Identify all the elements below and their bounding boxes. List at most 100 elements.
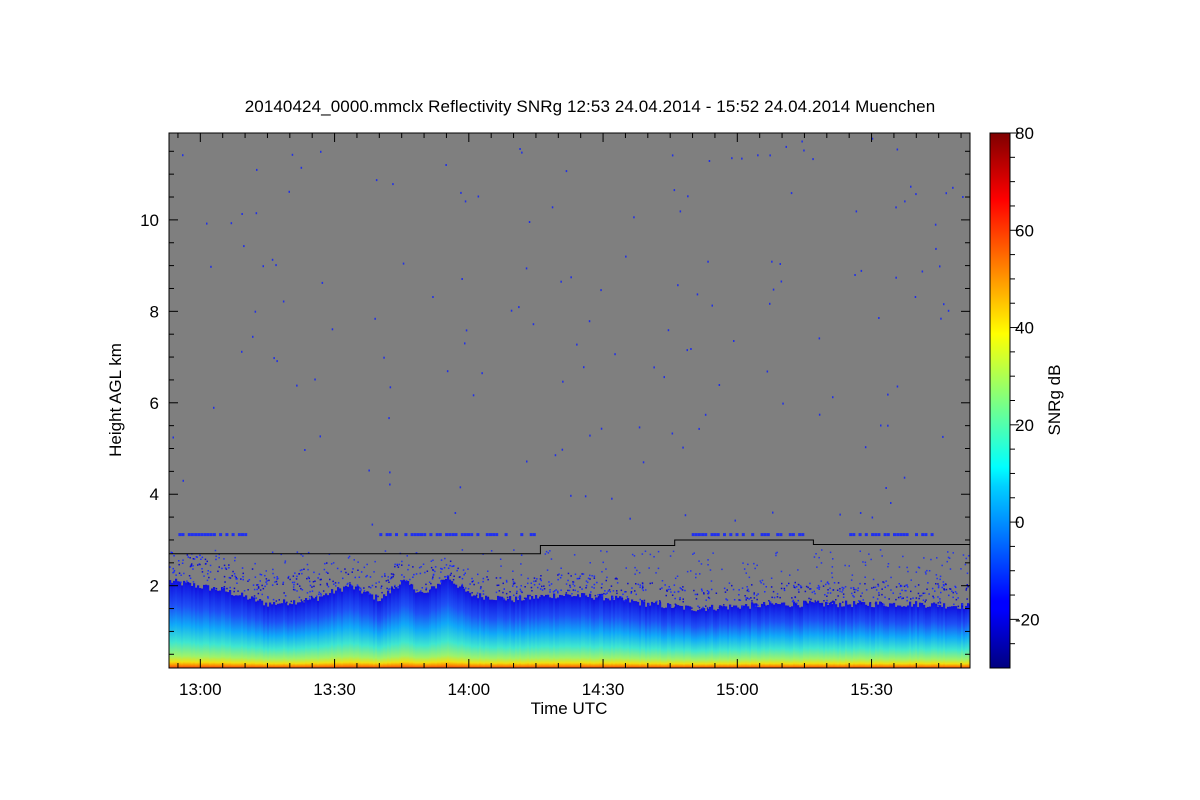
noise-speckle: [443, 567, 446, 569]
echo-fringe-pixel: [878, 594, 880, 596]
echo-column: [885, 606, 888, 668]
echo-fringe-pixel: [826, 581, 829, 583]
echo-fringe-pixel: [256, 588, 258, 591]
echo-fringe-pixel: [797, 599, 799, 602]
noise-speckle: [832, 396, 834, 399]
echo-column: [345, 585, 348, 668]
noise-speckle: [430, 560, 433, 562]
echo-column: [613, 600, 616, 668]
noise-speckle: [304, 449, 306, 451]
echo-fringe-pixel: [432, 576, 434, 578]
echo-column: [735, 605, 738, 668]
noise-speckle: [432, 296, 434, 298]
noise-speckle: [330, 563, 333, 565]
noise-band-pixel: [476, 533, 480, 537]
echo-fringe-pixel: [572, 589, 575, 591]
echo-fringe-pixel: [506, 581, 508, 583]
noise-band-pixel: [902, 533, 906, 537]
echo-column: [601, 593, 604, 668]
echo-column: [349, 584, 352, 668]
echo-column: [591, 598, 594, 668]
echo-column: [935, 603, 938, 668]
noise-speckle: [387, 576, 389, 578]
echo-fringe-pixel: [779, 596, 781, 599]
echo-fringe-pixel: [669, 588, 672, 591]
echo-fringe-pixel: [842, 596, 845, 598]
echo-fringe-pixel: [315, 595, 318, 598]
echo-fringe-pixel: [952, 591, 954, 594]
echo-column: [665, 607, 668, 668]
echo-fringe-pixel: [369, 576, 372, 578]
echo-fringe-pixel: [286, 601, 288, 604]
echo-fringe-pixel: [677, 590, 679, 593]
echo-fringe-pixel: [593, 577, 596, 579]
echo-column: [641, 600, 644, 668]
echo-fringe-pixel: [391, 588, 393, 590]
echo-fringe-pixel: [251, 568, 254, 570]
noise-speckle: [935, 574, 938, 576]
colorbar-gradient: [989, 132, 1011, 669]
echo-fringe-pixel: [527, 577, 529, 580]
noise-speckle: [533, 580, 535, 583]
echo-fringe-pixel: [549, 591, 551, 593]
echo-fringe-pixel: [425, 587, 428, 589]
noise-speckle: [728, 582, 731, 584]
echo-column: [473, 595, 476, 668]
noise-band-pixel: [404, 533, 408, 537]
echo-fringe-pixel: [247, 580, 249, 582]
echo-fringe-pixel: [671, 594, 674, 596]
echo-fringe-pixel: [937, 586, 940, 589]
noise-speckle: [321, 281, 324, 284]
noise-speckle: [416, 589, 418, 591]
noise-speckle: [923, 557, 925, 559]
echo-column: [889, 603, 892, 668]
echo-fringe-pixel: [853, 591, 856, 593]
echo-fringe-pixel: [223, 564, 226, 567]
echo-fringe-pixel: [770, 586, 773, 588]
echo-fringe-pixel: [754, 605, 757, 607]
noise-speckle: [389, 471, 391, 474]
noise-speckle: [573, 554, 576, 556]
noise-speckle: [854, 274, 856, 276]
noise-band-pixel: [197, 533, 201, 537]
echo-column: [585, 595, 588, 668]
echo-column: [327, 595, 330, 668]
echo-column: [211, 588, 214, 668]
noise-band-pixel: [237, 533, 241, 537]
echo-column: [185, 582, 188, 668]
echo-column: [819, 602, 822, 668]
echo-column: [629, 602, 632, 668]
echo-column: [709, 606, 712, 668]
noise-speckle: [655, 572, 657, 574]
echo-fringe-pixel: [204, 563, 207, 565]
noise-speckle: [686, 349, 688, 352]
noise-speckle: [366, 563, 368, 566]
echo-column: [615, 595, 618, 668]
noise-speckle: [606, 550, 608, 553]
noise-speckle: [319, 435, 321, 438]
echo-column: [771, 603, 774, 668]
echo-fringe-pixel: [804, 590, 807, 593]
echo-column: [941, 606, 944, 668]
echo-fringe-pixel: [910, 598, 912, 600]
noise-speckle: [839, 513, 841, 516]
echo-column: [557, 597, 560, 668]
echo-fringe-pixel: [178, 572, 181, 574]
echo-fringe-pixel: [277, 577, 279, 580]
noise-speckle: [657, 567, 660, 570]
echo-column: [567, 594, 570, 668]
noise-band-pixel: [385, 533, 389, 537]
echo-fringe-pixel: [612, 597, 614, 600]
echo-fringe-pixel: [757, 604, 759, 607]
echo-fringe-pixel: [905, 590, 907, 592]
noise-speckle: [291, 153, 294, 156]
echo-column: [691, 610, 694, 668]
echo-fringe-pixel: [738, 594, 740, 596]
echo-fringe-pixel: [682, 586, 684, 588]
echo-fringe-pixel: [701, 590, 703, 592]
echo-fringe-pixel: [342, 577, 344, 580]
noise-band-pixel: [435, 533, 439, 537]
noise-band-pixel: [219, 533, 223, 537]
echo-fringe-pixel: [641, 585, 644, 587]
echo-fringe-pixel: [513, 594, 515, 597]
